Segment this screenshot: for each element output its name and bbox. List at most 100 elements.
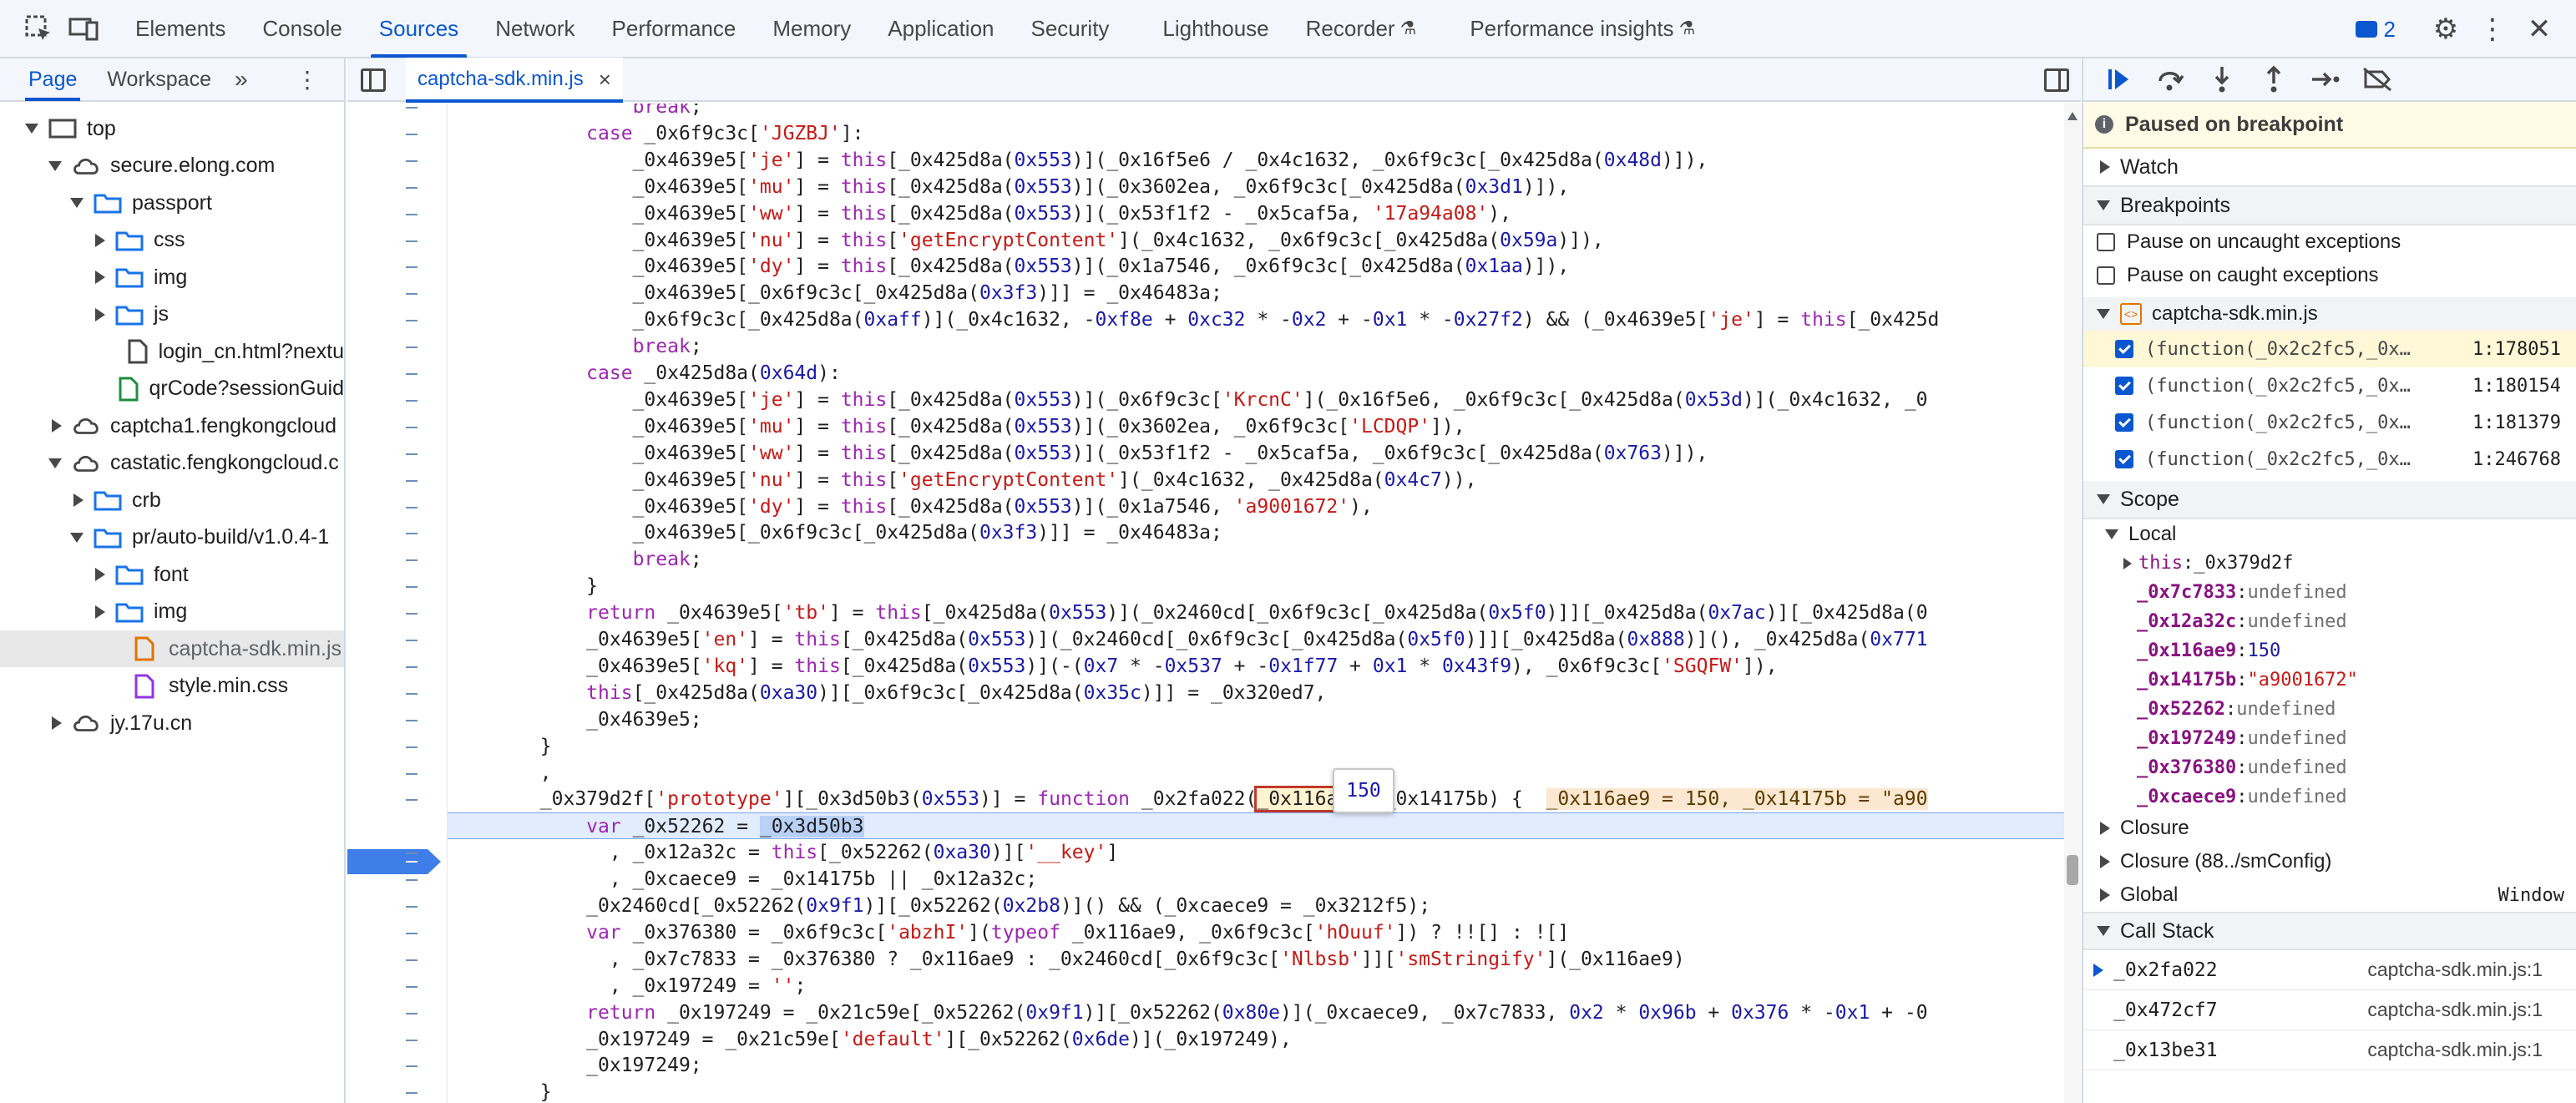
tab-security[interactable]: Security (1013, 0, 1128, 58)
gutter-line-marker[interactable] (406, 586, 418, 589)
section-call-stack[interactable]: Call Stack (2083, 912, 2576, 950)
checkbox[interactable] (2115, 340, 2133, 358)
tree-item[interactable]: font (0, 556, 344, 593)
gutter-line-marker[interactable] (406, 613, 418, 615)
file-tab-captcha-sdk[interactable]: captcha-sdk.min.js × (406, 58, 623, 103)
tree-item[interactable]: js (0, 296, 344, 333)
collapse-icon[interactable] (48, 458, 62, 468)
gutter-line-marker[interactable] (406, 665, 418, 668)
gutter-line-marker[interactable] (406, 1092, 418, 1095)
code-line[interactable]: _0x4639e5['dy'] = this[_0x425d8a(0x553)]… (448, 253, 1570, 280)
checkbox[interactable] (2115, 450, 2133, 468)
tab-performance-insights[interactable]: Performance insights ⚗ (1451, 0, 1713, 58)
collapse-icon[interactable] (48, 160, 62, 171)
breakpoint-file-group[interactable]: <> captcha-sdk.min.js (2083, 297, 2576, 331)
checkbox[interactable] (2115, 377, 2133, 395)
gutter-line-marker[interactable] (406, 985, 418, 988)
scope-variable[interactable]: _0x12a32c: undefined (2083, 607, 2576, 636)
pause-uncaught-checkbox[interactable]: Pause on uncaught exceptions (2083, 225, 2576, 259)
scope-variable[interactable]: _0xcaece9: undefined (2083, 782, 2576, 812)
collapse-icon[interactable] (70, 532, 84, 543)
code-line[interactable]: _0x197249 = _0x21c59e['default'][_0x5226… (448, 1026, 1292, 1053)
more-options-button[interactable]: ⋮ (2469, 6, 2516, 53)
deactivate-breakpoints-button[interactable] (2359, 61, 2396, 98)
gutter-line-marker[interactable] (406, 559, 418, 562)
scroll-up-icon[interactable] (2067, 112, 2078, 120)
tab-sources[interactable]: Sources (361, 0, 477, 58)
tree-item[interactable]: qrCode?sessionGuid (0, 371, 344, 407)
code-line[interactable]: _0x4639e5['je'] = this[_0x425d8a(0x553)]… (448, 387, 1928, 413)
gutter-line-marker[interactable] (406, 906, 418, 908)
scope-variable[interactable]: _0x14175b: "a9001672" (2083, 665, 2576, 695)
expand-icon[interactable] (95, 568, 105, 581)
code-line[interactable]: _0x6f9c3c[_0x425d8a(0xaff)](_0x4c1632, -… (448, 306, 1940, 333)
section-breakpoints[interactable]: Breakpoints (2083, 187, 2576, 225)
gutter-line-marker[interactable] (406, 640, 418, 641)
close-devtools-button[interactable]: ✕ (2516, 6, 2563, 53)
tree-item[interactable]: secure.elong.com (0, 148, 344, 185)
scope-closure-smconfig[interactable]: Closure (88../smConfig) (2083, 845, 2576, 878)
breakpoint-item[interactable]: (function(_0x2c2fc5,_0x… 1:178051 (2083, 331, 2576, 367)
tab-elements[interactable]: Elements (117, 0, 244, 58)
tree-item[interactable]: img (0, 594, 344, 630)
resume-button[interactable] (2100, 61, 2137, 98)
gutter-line-marker[interactable] (406, 240, 418, 242)
gutter-line-marker[interactable] (406, 692, 418, 695)
tree-item[interactable]: img (0, 259, 344, 296)
code-line[interactable]: , _0x197249 = ''; (448, 973, 806, 999)
inspect-element-icon[interactable] (22, 12, 55, 45)
code-line[interactable]: break; (448, 333, 702, 360)
code-line[interactable]: , _0x12a32c = this[_0x52262(0xa30)]['__k… (448, 839, 1118, 866)
scope-closure[interactable]: Closure (2083, 812, 2576, 845)
more-tabs-button[interactable]: » (226, 66, 256, 93)
tree-item[interactable]: captcha1.fengkongcloud (0, 407, 344, 444)
gutter-line-marker[interactable] (406, 879, 418, 882)
tree-item[interactable]: castatic.fengkongcloud.c (0, 445, 344, 482)
toggle-navigator-icon[interactable] (361, 68, 386, 92)
call-frame[interactable]: _0x2fa022 captcha-sdk.min.js:1 (2083, 950, 2576, 990)
tab-memory[interactable]: Memory (754, 0, 869, 58)
tab-workspace[interactable]: Workspace (92, 58, 226, 101)
code-line[interactable]: } (448, 573, 598, 600)
code-line[interactable]: _0x4639e5[_0x6f9c3c[_0x425d8a(0x3f3)]] =… (448, 519, 1222, 546)
gutter-line-marker[interactable] (406, 853, 418, 855)
code-line[interactable]: _0x4639e5[_0x6f9c3c[_0x425d8a(0x3f3)]] =… (448, 280, 1222, 306)
code-line[interactable]: _0x4639e5['mu'] = this[_0x425d8a(0x553)]… (448, 413, 1465, 440)
code-line[interactable]: this[_0x425d8a(0xa30)][_0x6f9c3c[_0x425d… (448, 680, 1326, 706)
step-over-button[interactable] (2152, 61, 2189, 98)
step-button[interactable] (2307, 61, 2344, 98)
step-into-button[interactable] (2204, 61, 2240, 98)
gutter-line-marker[interactable] (406, 506, 418, 508)
tree-item[interactable]: style.min.css (0, 668, 344, 705)
close-tab-icon[interactable]: × (599, 67, 611, 93)
settings-button[interactable]: ⚙ (2422, 6, 2469, 53)
checkbox[interactable] (2115, 413, 2133, 432)
gutter-line-marker[interactable] (406, 799, 418, 802)
code-line[interactable]: } (448, 733, 552, 760)
scope-variable[interactable]: _0x52262: undefined (2083, 695, 2576, 724)
code-area[interactable]: break; case _0x6f9c3c['JGZBJ']: _0x4639e… (448, 104, 2064, 1103)
device-toolbar-icon[interactable] (67, 12, 100, 45)
breakpoint-item[interactable]: (function(_0x2c2fc5,_0x… 1:181379 (2083, 404, 2576, 441)
gutter-line-marker[interactable] (406, 1065, 418, 1068)
expand-icon[interactable] (95, 605, 105, 619)
gutter-line-marker[interactable] (406, 1012, 418, 1014)
tree-item[interactable]: captcha-sdk.min.js (0, 630, 344, 667)
call-frame[interactable]: _0x13be31 captcha-sdk.min.js:1 (2083, 1030, 2576, 1070)
code-line[interactable]: } (448, 1079, 552, 1103)
collapse-icon[interactable] (70, 198, 84, 208)
tree-item[interactable]: top (0, 110, 344, 147)
section-scope[interactable]: Scope (2083, 481, 2576, 519)
code-line[interactable]: var _0x52262 = _0x3d50b3 (448, 812, 2064, 840)
expand-icon[interactable] (52, 716, 62, 730)
gutter-line-marker[interactable] (406, 107, 418, 109)
code-line[interactable]: _0x4639e5; (448, 706, 701, 733)
gutter-line-marker[interactable] (406, 373, 418, 375)
gutter-line-marker[interactable] (406, 133, 418, 135)
code-line[interactable]: case _0x6f9c3c['JGZBJ']: (448, 120, 863, 147)
tab-network[interactable]: Network (477, 0, 593, 58)
code-line[interactable]: case _0x425d8a(0x64d): (448, 360, 841, 387)
gutter-line-marker[interactable] (406, 1039, 418, 1041)
pause-caught-checkbox[interactable]: Pause on caught exceptions (2083, 259, 2576, 292)
gutter-line-marker[interactable] (406, 932, 418, 934)
